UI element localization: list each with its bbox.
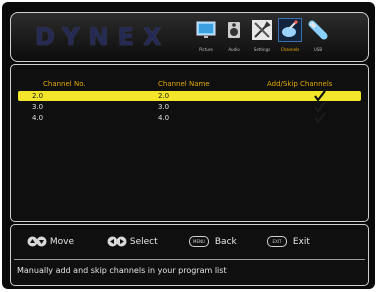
- column-header-add-skip: Add/Skip Channels: [267, 80, 333, 88]
- tab-picture[interactable]: Picture: [193, 17, 219, 57]
- column-header-channel-name: Channel Name: [158, 80, 210, 88]
- channels-icon: [278, 18, 302, 42]
- exit-key-icon: EXIT: [267, 236, 287, 247]
- left-right-arrows-icon: [107, 236, 127, 247]
- dynex-logo: DYNEX: [35, 23, 171, 51]
- tab-channels[interactable]: Channels: [277, 17, 303, 57]
- hint-back-label: Back: [214, 237, 237, 247]
- table-row[interactable]: 2.0 2.0: [18, 90, 361, 102]
- settings-icon: [252, 20, 272, 40]
- channel-name: 4.0: [158, 114, 170, 122]
- usb-icon: [308, 20, 328, 40]
- tab-audio[interactable]: Audio: [221, 17, 247, 57]
- help-footer: Move Select MENU Back EXIT Exit Manually…: [10, 224, 369, 286]
- menu-header: DYNEX Picture Audio Settings Channels US…: [10, 12, 369, 62]
- hint-select-label: Select: [129, 237, 158, 247]
- hint-select: Select: [107, 236, 158, 247]
- hint-move: Move: [27, 236, 74, 247]
- picture-icon: [196, 21, 216, 38]
- audio-icon: [228, 22, 240, 38]
- checkmark-icon[interactable]: [314, 112, 326, 124]
- channel-list-panel: Channel No. Channel Name Add/Skip Channe…: [10, 64, 369, 222]
- hint-exit-label: Exit: [292, 237, 310, 247]
- key-hints: Move Select MENU Back EXIT Exit: [11, 225, 368, 259]
- channel-name: 3.0: [158, 103, 170, 111]
- channel-number: 4.0: [32, 114, 44, 122]
- hint-back: MENU Back: [189, 236, 237, 247]
- help-description: Manually add and skip channels in your p…: [17, 266, 227, 275]
- menu-key-icon: MENU: [189, 236, 209, 247]
- up-down-arrows-icon: [27, 236, 47, 247]
- footer-divider: [14, 259, 365, 260]
- hint-exit: EXIT Exit: [267, 236, 310, 247]
- channel-number: 3.0: [32, 103, 44, 111]
- channel-name: 2.0: [158, 92, 170, 100]
- table-row[interactable]: 3.0 3.0: [18, 101, 361, 113]
- table-row[interactable]: 4.0 4.0: [18, 112, 361, 124]
- channel-number: 2.0: [32, 92, 44, 100]
- tab-settings[interactable]: Settings: [249, 17, 275, 57]
- menu-frame: DYNEX Picture Audio Settings Channels US…: [2, 2, 375, 289]
- column-header-channel-no: Channel No.: [43, 80, 86, 88]
- tab-usb[interactable]: USB: [305, 17, 331, 57]
- hint-move-label: Move: [49, 237, 75, 247]
- tab-usb-label: USB: [313, 47, 323, 52]
